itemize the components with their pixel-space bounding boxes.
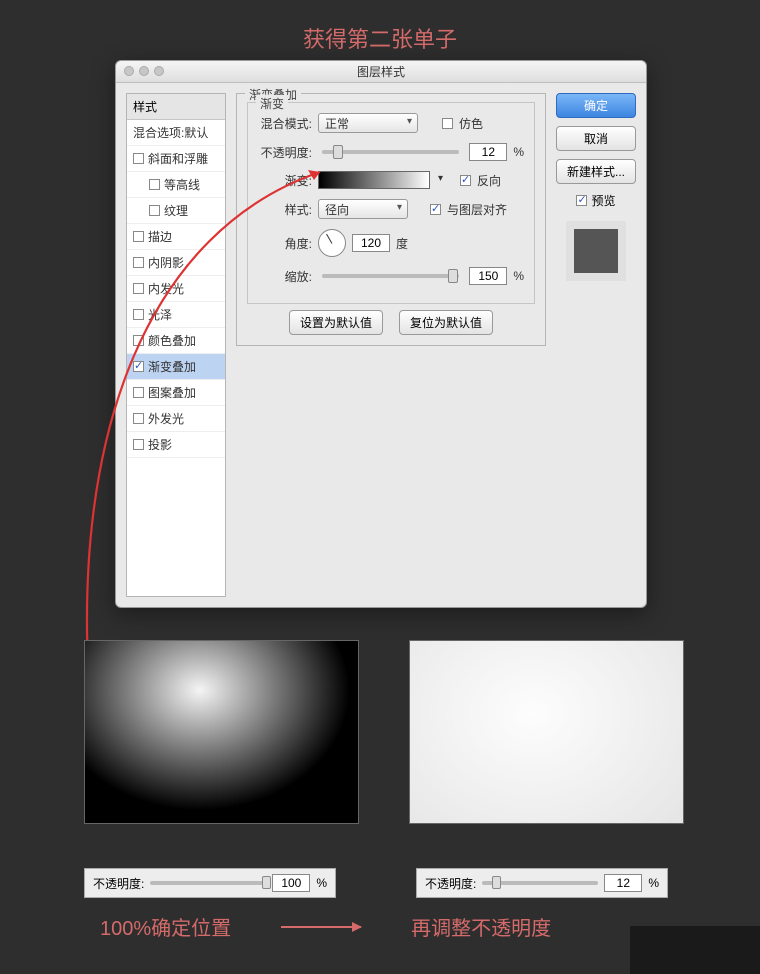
opacity-bar-right: 不透明度: %: [416, 868, 668, 898]
annotation-left-text: 100%确定位置: [100, 912, 231, 941]
ok-button[interactable]: 确定: [556, 93, 636, 118]
sidebar-item-stroke[interactable]: 描边: [127, 224, 225, 250]
gradient-label: 渐变:: [258, 172, 312, 189]
styles-sidebar: 样式 混合选项:默认 斜面和浮雕 等高线 纹理 描边 内阴影 内发光 光泽 颜色…: [126, 93, 226, 597]
sidebar-item-bevel[interactable]: 斜面和浮雕: [127, 146, 225, 172]
scale-label: 缩放:: [258, 268, 312, 285]
new-style-button[interactable]: 新建样式...: [556, 159, 636, 184]
dialog-right-column: 确定 取消 新建样式... 预览: [556, 93, 636, 597]
gradient-overlay-panel: 渐变叠加 渐变 混合模式: 正常 仿色 不透明度: %: [236, 93, 546, 597]
align-checkbox[interactable]: [430, 204, 441, 215]
reverse-label: 反向: [477, 172, 501, 189]
angle-dial[interactable]: [318, 229, 346, 257]
opacity-bar-left: 不透明度: %: [84, 868, 336, 898]
scale-input[interactable]: [469, 267, 507, 285]
angle-unit: 度: [396, 235, 408, 252]
preview-checkbox[interactable]: [576, 195, 587, 206]
annotation-title: 获得第二张单子: [0, 0, 760, 54]
style-select[interactable]: 径向: [318, 199, 408, 219]
scale-slider[interactable]: [322, 274, 459, 278]
opacity-label: 不透明度:: [258, 144, 312, 161]
layer-style-dialog: 图层样式 样式 混合选项:默认 斜面和浮雕 等高线 纹理 描边 内阴影 内发光 …: [115, 60, 647, 608]
reset-default-button[interactable]: 复位为默认值: [399, 310, 493, 335]
reverse-checkbox[interactable]: [460, 175, 471, 186]
checkbox-icon[interactable]: [133, 413, 144, 424]
checkbox-icon[interactable]: [133, 257, 144, 268]
opacity-label: 不透明度:: [93, 875, 144, 892]
cancel-button[interactable]: 取消: [556, 126, 636, 151]
preview-swatch: [566, 221, 626, 281]
checkbox-icon[interactable]: [133, 387, 144, 398]
sidebar-item-gradient-overlay[interactable]: 渐变叠加: [127, 354, 225, 380]
zoom-icon[interactable]: [154, 66, 164, 76]
percent-unit: %: [513, 269, 524, 283]
make-default-button[interactable]: 设置为默认值: [289, 310, 383, 335]
sidebar-item-drop-shadow[interactable]: 投影: [127, 432, 225, 458]
style-label: 样式:: [258, 201, 312, 218]
opacity-slider[interactable]: [322, 150, 459, 154]
checkbox-icon[interactable]: [133, 361, 144, 372]
sidebar-blend-options[interactable]: 混合选项:默认: [127, 120, 225, 146]
percent-unit: %: [648, 876, 659, 890]
blend-mode-label: 混合模式:: [258, 115, 312, 132]
overlay-patch: [630, 926, 760, 974]
sidebar-item-inner-glow[interactable]: 内发光: [127, 276, 225, 302]
percent-unit: %: [513, 145, 524, 159]
dialog-title: 图层样式: [357, 65, 405, 79]
checkbox-icon[interactable]: [133, 283, 144, 294]
checkbox-icon[interactable]: [133, 439, 144, 450]
opacity-input[interactable]: [469, 143, 507, 161]
annotation-right-text: 再调整不透明度: [411, 912, 551, 941]
angle-input[interactable]: [352, 234, 390, 252]
opacity-input-right[interactable]: [604, 874, 642, 892]
annotation-bottom: 100%确定位置 再调整不透明度: [100, 912, 551, 941]
close-icon[interactable]: [124, 66, 134, 76]
angle-label: 角度:: [258, 235, 312, 252]
align-label: 与图层对齐: [447, 201, 507, 218]
blend-mode-select[interactable]: 正常: [318, 113, 418, 133]
checkbox-icon[interactable]: [149, 205, 160, 216]
checkbox-icon[interactable]: [133, 231, 144, 242]
sidebar-item-pattern-overlay[interactable]: 图案叠加: [127, 380, 225, 406]
sidebar-item-inner-shadow[interactable]: 内阴影: [127, 250, 225, 276]
opacity-slider-left[interactable]: [150, 881, 266, 885]
arrow-right-icon: [281, 926, 361, 928]
sidebar-item-contour[interactable]: 等高线: [127, 172, 225, 198]
dither-label: 仿色: [459, 115, 483, 132]
sidebar-item-texture[interactable]: 纹理: [127, 198, 225, 224]
checkbox-icon[interactable]: [133, 153, 144, 164]
minimize-icon[interactable]: [139, 66, 149, 76]
gradient-swatch[interactable]: [318, 171, 430, 189]
percent-unit: %: [316, 876, 327, 890]
checkbox-icon[interactable]: [149, 179, 160, 190]
window-controls[interactable]: [124, 66, 164, 76]
sidebar-item-satin[interactable]: 光泽: [127, 302, 225, 328]
preview-label: 预览: [591, 192, 615, 209]
opacity-input-left[interactable]: [272, 874, 310, 892]
opacity-label: 不透明度:: [425, 875, 476, 892]
dither-checkbox[interactable]: [442, 118, 453, 129]
preview-image-100: [84, 640, 359, 824]
checkbox-icon[interactable]: [133, 335, 144, 346]
preview-image-12: [409, 640, 684, 824]
opacity-slider-right[interactable]: [482, 881, 598, 885]
inner-title: 渐变: [256, 95, 288, 112]
sidebar-header[interactable]: 样式: [127, 94, 225, 120]
sidebar-item-color-overlay[interactable]: 颜色叠加: [127, 328, 225, 354]
dialog-titlebar: 图层样式: [116, 61, 646, 83]
sidebar-item-outer-glow[interactable]: 外发光: [127, 406, 225, 432]
checkbox-icon[interactable]: [133, 309, 144, 320]
